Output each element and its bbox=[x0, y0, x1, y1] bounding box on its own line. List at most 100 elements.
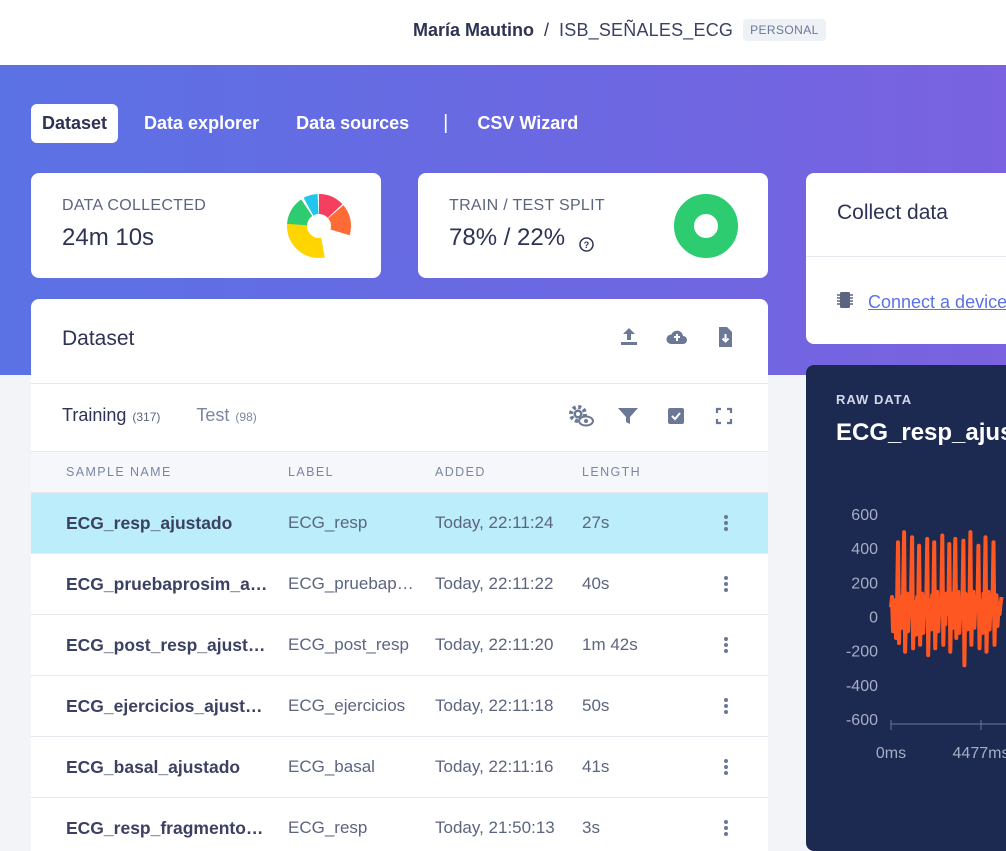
filter-icon[interactable] bbox=[615, 403, 641, 429]
sample-name: ECG_pruebaprosim_ajustado bbox=[66, 574, 268, 594]
select-checkbox-icon[interactable] bbox=[663, 403, 689, 429]
row-menu-icon[interactable] bbox=[720, 757, 732, 777]
sample-length: 27s bbox=[582, 513, 610, 532]
train-test-donut-chart bbox=[674, 194, 738, 258]
sample-name: ECG_resp_fragmento_ajustado bbox=[66, 818, 268, 838]
sample-added: Today, 22:11:24 bbox=[435, 513, 554, 532]
y-tick-label: -200 bbox=[846, 644, 878, 661]
tab-divider: | bbox=[443, 112, 449, 134]
x-tick-label: 4477ms bbox=[953, 745, 1006, 762]
export-icon[interactable] bbox=[713, 325, 737, 349]
upload-icon[interactable] bbox=[617, 325, 641, 349]
tab-test-label: Test bbox=[196, 405, 230, 425]
train-test-split-card: TRAIN / TEST SPLIT 78% / 22% ? bbox=[418, 173, 768, 278]
cloud-upload-icon[interactable] bbox=[665, 325, 689, 349]
tab-data-sources[interactable]: Data sources bbox=[285, 104, 420, 143]
y-tick-label: -600 bbox=[846, 712, 878, 729]
settings-view-icon[interactable] bbox=[567, 403, 594, 429]
breadcrumb: María Mautino / ISB_SEÑALES_ECG PERSONAL bbox=[413, 19, 826, 41]
column-header-sample-name[interactable]: SAMPLE NAME bbox=[66, 465, 172, 479]
tab-training[interactable]: Training (317) bbox=[62, 405, 160, 426]
tab-test-count: (98) bbox=[235, 410, 257, 424]
tab-training-count: (317) bbox=[132, 410, 161, 424]
breadcrumb-user[interactable]: María Mautino bbox=[413, 20, 534, 41]
tab-csv-wizard[interactable]: CSV Wizard bbox=[466, 104, 589, 143]
column-header-length[interactable]: LENGTH bbox=[582, 465, 641, 479]
table-row[interactable]: ECG_basal_ajustado ECG_basal Today, 22:1… bbox=[31, 736, 768, 797]
table-row[interactable]: ECG_ejercicios_ajustado ECG_ejercicios T… bbox=[31, 675, 768, 736]
connect-device-link[interactable]: Connect a device bbox=[868, 292, 1006, 313]
table-row[interactable]: ECG_post_resp_ajustado ECG_post_resp Tod… bbox=[31, 614, 768, 675]
row-menu-icon[interactable] bbox=[720, 818, 732, 838]
y-tick-label: 0 bbox=[869, 610, 878, 627]
table-header: SAMPLE NAME LABEL ADDED LENGTH bbox=[31, 451, 768, 493]
sample-label: ECG_resp bbox=[288, 513, 368, 532]
dataset-header-divider bbox=[31, 383, 768, 384]
table-row[interactable]: ECG_pruebaprosim_ajustado ECG_pruebapros… bbox=[31, 553, 768, 614]
train-test-split-label: TRAIN / TEST SPLIT bbox=[449, 197, 605, 214]
sample-label: ECG_resp bbox=[288, 818, 368, 837]
device-chip-icon bbox=[836, 290, 854, 315]
row-menu-icon[interactable] bbox=[720, 635, 732, 655]
train-test-split-value: 78% / 22% ? bbox=[449, 224, 594, 252]
table-row[interactable]: ECG_resp_fragmento_ajustado ECG_resp Tod… bbox=[31, 797, 768, 851]
collect-data-title: Collect data bbox=[837, 201, 948, 224]
dataset-subtabs: Training (317) Test (98) bbox=[62, 405, 293, 426]
data-collected-donut-chart bbox=[287, 194, 351, 258]
sample-name: ECG_ejercicios_ajustado bbox=[66, 696, 268, 716]
sample-length: 3s bbox=[582, 818, 600, 837]
column-header-label[interactable]: LABEL bbox=[288, 465, 334, 479]
breadcrumb-project[interactable]: ISB_SEÑALES_ECG bbox=[559, 20, 733, 41]
sample-length: 1m 42s bbox=[582, 635, 638, 654]
sample-added: Today, 22:11:16 bbox=[435, 757, 554, 776]
sample-added: Today, 22:11:20 bbox=[435, 635, 554, 654]
row-menu-icon[interactable] bbox=[720, 574, 732, 594]
help-icon[interactable]: ? bbox=[579, 231, 594, 252]
column-header-added[interactable]: ADDED bbox=[435, 465, 486, 479]
ecg-series-line bbox=[889, 530, 1004, 668]
table-row[interactable]: ECG_resp_ajustado ECG_resp Today, 22:11:… bbox=[31, 492, 768, 553]
top-bar: María Mautino / ISB_SEÑALES_ECG PERSONAL bbox=[0, 0, 1006, 65]
tab-training-label: Training bbox=[62, 405, 127, 425]
sample-added: Today, 22:11:22 bbox=[435, 574, 554, 593]
y-tick-label: 200 bbox=[851, 575, 878, 592]
row-menu-icon[interactable] bbox=[720, 696, 732, 716]
dataset-card: Dataset Training (317) Test (98) SAMPLE NA… bbox=[31, 299, 768, 851]
fullscreen-icon[interactable] bbox=[711, 403, 737, 429]
sample-name: ECG_resp_ajustado bbox=[66, 513, 233, 533]
sample-name: ECG_basal_ajustado bbox=[66, 757, 241, 777]
sample-length: 41s bbox=[582, 757, 610, 776]
raw-data-chart: 600 400 200 0 -200 -400 -600 0ms 4477ms bbox=[846, 507, 1006, 762]
sample-label: ECG_ejercicios bbox=[288, 696, 406, 715]
connect-device-row: Connect a device bbox=[836, 290, 1006, 315]
raw-data-panel: RAW DATA ECG_resp_ajustado 6004002000-20… bbox=[806, 365, 1006, 851]
sample-label: ECG_pruebaprosim bbox=[288, 574, 414, 593]
svg-text:?: ? bbox=[584, 240, 590, 250]
dataset-title: Dataset bbox=[62, 327, 135, 350]
sample-name: ECG_post_resp_ajustado bbox=[66, 635, 268, 655]
sample-length: 50s bbox=[582, 696, 610, 715]
dataset-actions bbox=[617, 325, 737, 349]
tab-test[interactable]: Test (98) bbox=[196, 405, 256, 426]
train-test-split-amount: 78% / 22% bbox=[449, 224, 566, 251]
data-collected-amount: 24m 10s bbox=[62, 224, 155, 251]
sample-length: 40s bbox=[582, 574, 610, 593]
collect-data-card: Collect data Connect a device bbox=[806, 173, 1006, 344]
sample-added: Today, 22:11:18 bbox=[435, 696, 554, 715]
sample-added: Today, 21:50:13 bbox=[435, 818, 555, 837]
y-tick-label: 600 bbox=[851, 507, 878, 524]
table-actions bbox=[567, 403, 737, 429]
x-tick-label: 0ms bbox=[876, 745, 906, 762]
sample-label: ECG_basal bbox=[288, 757, 375, 776]
data-collected-label: DATA COLLECTED bbox=[62, 197, 207, 214]
main-tabs: Dataset Data explorer Data sources | CSV… bbox=[31, 104, 604, 143]
tab-dataset[interactable]: Dataset bbox=[31, 104, 119, 143]
breadcrumb-separator: / bbox=[544, 19, 550, 40]
y-tick-label: 400 bbox=[851, 541, 878, 558]
collect-data-divider bbox=[806, 256, 1006, 257]
y-tick-label: -400 bbox=[846, 678, 878, 695]
row-menu-icon[interactable] bbox=[720, 513, 732, 533]
project-type-badge: PERSONAL bbox=[743, 19, 826, 41]
tab-data-explorer[interactable]: Data explorer bbox=[133, 104, 270, 143]
data-collected-value: 24m 10s bbox=[62, 224, 154, 252]
